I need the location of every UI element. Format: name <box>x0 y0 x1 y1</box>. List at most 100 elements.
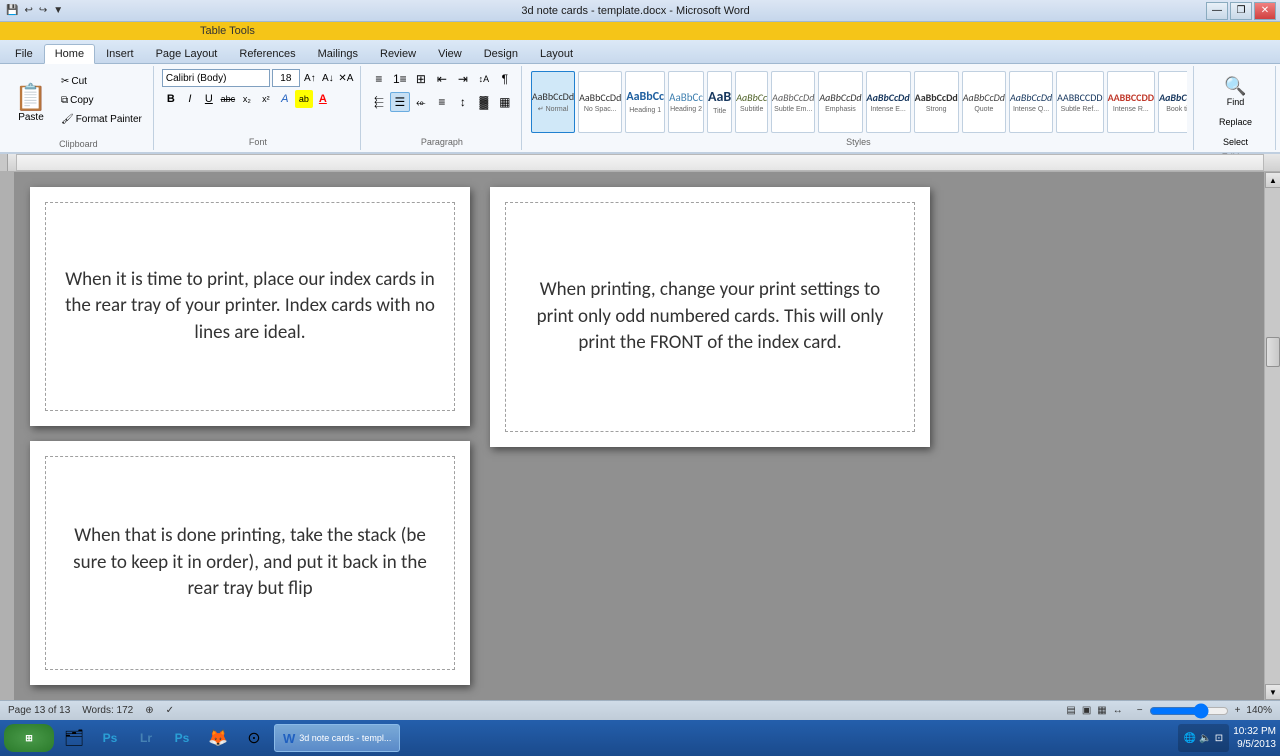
style-subtle-emphasis[interactable]: AaBbCcDd Subtle Em... <box>771 71 815 133</box>
style-quote[interactable]: AaBbCcDd Quote <box>962 71 1006 133</box>
style-emphasis[interactable]: AaBbCcDd Emphasis <box>818 71 862 133</box>
style-intense-ref-preview: AaBbCcDd <box>1108 92 1155 104</box>
view-web-button[interactable]: ▦ <box>1097 705 1106 716</box>
format-painter-button[interactable]: 🖌 Format Painter <box>56 111 147 128</box>
subscript-button[interactable]: x₂ <box>238 90 256 108</box>
tab-view[interactable]: View <box>427 44 473 63</box>
justify-button[interactable]: ≡ <box>432 92 452 112</box>
paste-button[interactable]: 📋 Paste <box>10 69 52 137</box>
clock[interactable]: 10:32 PM 9/5/2013 <box>1233 725 1276 751</box>
page-3: When that is done printing, take the sta… <box>30 441 470 685</box>
cut-button[interactable]: ✂ Cut <box>56 73 147 90</box>
style-heading1[interactable]: AaBbCc Heading 1 <box>625 71 665 133</box>
save-icon[interactable]: 💾 <box>4 5 20 16</box>
start-button[interactable]: ⊞ <box>4 724 54 752</box>
line-spacing-button[interactable]: ↕ <box>453 92 473 112</box>
system-tray[interactable]: 🌐 🔈 ⊡ <box>1178 724 1229 752</box>
taskbar-app-word[interactable]: W 3d note cards - templ... <box>274 724 400 752</box>
scroll-down-button[interactable]: ▼ <box>1265 684 1280 700</box>
style-book-title[interactable]: AaBbCcDd Book title <box>1158 71 1187 133</box>
underline-button[interactable]: U <box>200 90 218 108</box>
tab-design[interactable]: Design <box>473 44 529 63</box>
style-title[interactable]: AaB Title <box>707 71 732 133</box>
zoom-level[interactable]: 140% <box>1246 705 1272 716</box>
zoom-slider[interactable] <box>1149 703 1229 719</box>
align-left-button[interactable]: ⬱ <box>369 92 389 112</box>
style-subtitle[interactable]: AaBbCc Subtitle <box>735 71 768 133</box>
status-right[interactable]: ▤ ▣ ▦ ↔ − + 140% <box>1066 703 1272 719</box>
tab-file[interactable]: File <box>4 44 44 63</box>
taskbar-icon-photoshop[interactable]: Ps <box>94 724 126 752</box>
text-highlight-button[interactable]: ab <box>295 90 313 108</box>
tab-page-layout[interactable]: Page Layout <box>145 44 229 63</box>
style-book-title-label: Book title <box>1166 106 1187 113</box>
decrease-indent-button[interactable]: ⇤ <box>432 69 452 89</box>
taskbar-icon-photoshop2[interactable]: Ps <box>166 724 198 752</box>
tab-home[interactable]: Home <box>44 44 95 64</box>
undo-icon[interactable]: ↩ <box>22 5 34 16</box>
scroll-thumb[interactable] <box>1266 337 1280 367</box>
scroll-up-button[interactable]: ▲ <box>1265 172 1280 188</box>
style-heading2[interactable]: AaBbCc Heading 2 <box>668 71 704 133</box>
italic-button[interactable]: I <box>181 90 199 108</box>
zoom-out-button[interactable]: − <box>1137 705 1143 716</box>
window-controls[interactable]: — ❐ ✕ <box>1206 2 1276 20</box>
font-color-button[interactable]: A <box>314 90 332 108</box>
zoom-in-button[interactable]: + <box>1235 705 1241 716</box>
view-print-button[interactable]: ▤ <box>1066 705 1075 716</box>
align-right-button[interactable]: ⬰ <box>411 92 431 112</box>
card-2-inner[interactable]: When printing, change your print setting… <box>505 202 915 432</box>
strikethrough-button[interactable]: abc <box>219 90 237 108</box>
font-name-input[interactable] <box>162 69 270 87</box>
scroll-track[interactable] <box>1265 188 1280 684</box>
style-intense-ref[interactable]: AaBbCcDd Intense R... <box>1107 71 1156 133</box>
restore-button[interactable]: ❐ <box>1230 2 1252 20</box>
multilevel-list-button[interactable]: ⊞ <box>411 69 431 89</box>
bullets-button[interactable]: ≡ <box>369 69 389 89</box>
sort-button[interactable]: ↕A <box>474 69 494 89</box>
quick-access-toolbar[interactable]: 💾 ↩ ↪ ▼ <box>4 5 65 16</box>
card-1-inner[interactable]: When it is time to print, place our inde… <box>45 202 455 411</box>
numbering-button[interactable]: 1≡ <box>390 69 410 89</box>
customize-quick-access-icon[interactable]: ▼ <box>51 5 65 16</box>
select-button[interactable]: Select <box>1202 134 1269 150</box>
shrink-font-button[interactable]: A↓ <box>320 70 336 86</box>
font-size-input[interactable] <box>272 69 300 87</box>
copy-button[interactable]: ⧉ Copy <box>56 92 147 109</box>
grow-font-button[interactable]: A↑ <box>302 70 318 86</box>
vertical-scrollbar[interactable]: ▲ ▼ <box>1264 172 1280 700</box>
align-center-button[interactable]: ☰ <box>390 92 410 112</box>
increase-indent-button[interactable]: ⇥ <box>453 69 473 89</box>
minimize-button[interactable]: — <box>1206 2 1228 20</box>
style-intense-emphasis[interactable]: AaBbCcDd Intense E... <box>866 71 911 133</box>
taskbar-icon-firefox[interactable]: 🦊 <box>202 724 234 752</box>
style-normal[interactable]: AaBbCcDd ↵ Normal <box>531 71 575 133</box>
style-intense-quote[interactable]: AaBbCcDd Intense Q... <box>1009 71 1053 133</box>
view-outline-button[interactable]: ↔ <box>1113 705 1123 716</box>
redo-icon[interactable]: ↪ <box>37 5 49 16</box>
tab-review[interactable]: Review <box>369 44 427 63</box>
clear-formatting-button[interactable]: ✕A <box>338 70 354 86</box>
tab-mailings[interactable]: Mailings <box>307 44 369 63</box>
taskbar-icon-chrome[interactable]: ⊙ <box>238 724 270 752</box>
borders-button[interactable]: ▦ <box>495 92 515 112</box>
ribbon-tabs[interactable]: File Home Insert Page Layout References … <box>0 40 1280 64</box>
card-3-inner[interactable]: When that is done printing, take the sta… <box>45 456 455 670</box>
style-subtle-ref[interactable]: AaBbCcDd Subtle Ref... <box>1056 71 1103 133</box>
tab-layout[interactable]: Layout <box>529 44 584 63</box>
bold-button[interactable]: B <box>162 90 180 108</box>
close-button[interactable]: ✕ <box>1254 2 1276 20</box>
text-effects-button[interactable]: A <box>276 90 294 108</box>
find-button[interactable]: 🔍 Find <box>1202 73 1269 110</box>
style-no-spacing[interactable]: AaBbCcDd No Spac... <box>578 71 622 133</box>
style-strong[interactable]: AaBbCcDd Strong <box>914 71 959 133</box>
view-fullscreen-button[interactable]: ▣ <box>1082 705 1091 716</box>
tab-references[interactable]: References <box>228 44 306 63</box>
replace-button[interactable]: Replace <box>1202 114 1269 130</box>
tab-insert[interactable]: Insert <box>95 44 145 63</box>
taskbar-icon-explorer[interactable]: 🗂 <box>58 724 90 752</box>
show-formatting-button[interactable]: ¶ <box>495 69 515 89</box>
shading-button[interactable]: ▓ <box>474 92 494 112</box>
superscript-button[interactable]: x² <box>257 90 275 108</box>
taskbar-icon-lightroom[interactable]: Lr <box>130 724 162 752</box>
